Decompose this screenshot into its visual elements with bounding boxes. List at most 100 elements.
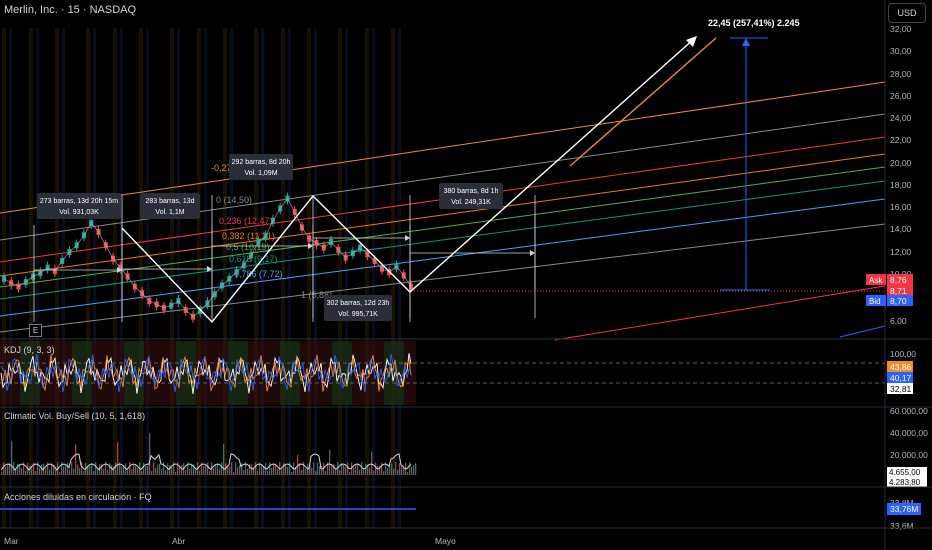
volume-bar: [325, 470, 327, 475]
volume-bar: [413, 465, 415, 475]
volume-bar: [369, 467, 371, 475]
volume-bar: [73, 468, 75, 475]
volume-bar: [185, 469, 187, 475]
session-band: [338, 28, 342, 528]
volume-bar: [93, 470, 95, 475]
volume-bar: [117, 442, 119, 475]
kdj-pane: 100,00 43,8640,1732,81: [0, 341, 916, 405]
volume-bar: [393, 468, 395, 475]
volume-bar: [69, 469, 71, 475]
volume-bar: [359, 469, 361, 475]
session-band: [372, 28, 375, 528]
volume-bar: [59, 471, 61, 475]
volume-bar: [319, 465, 321, 475]
volume-bar: [303, 462, 305, 475]
volume-bar: [165, 469, 167, 475]
volume-bar: [205, 465, 207, 475]
volume-bar: [347, 462, 349, 475]
kdj-title[interactable]: KDJ (9, 3, 3): [4, 345, 55, 355]
volume-bar: [207, 462, 209, 475]
volume-bar: [179, 466, 181, 475]
volume-bar: [77, 464, 79, 475]
volume-bar: [371, 451, 373, 475]
volume-bar: [223, 443, 225, 475]
volume-bar: [47, 462, 49, 475]
volume-bar: [329, 449, 331, 475]
session-band: [113, 28, 117, 528]
volume-bar: [415, 463, 417, 475]
volume-bar: [363, 468, 365, 475]
volume-bar: [301, 469, 303, 475]
volume-bar: [383, 470, 385, 475]
volume-bar: [287, 466, 289, 475]
price-tick: 6,00: [890, 316, 907, 326]
price-tick: 30,00: [890, 46, 912, 56]
volume-bar: [7, 465, 9, 475]
volume-bar: [65, 465, 67, 475]
price-tag-label: Bid: [869, 297, 881, 306]
earnings-badge[interactable]: E: [29, 324, 42, 337]
volume-bar: [71, 462, 73, 475]
session-band: [197, 28, 201, 528]
currency-button[interactable]: USD: [888, 3, 926, 23]
volume-bar: [1, 472, 3, 475]
kdj-oversold-band: [176, 341, 196, 405]
volume-bar: [401, 465, 403, 475]
fib-level-line: [839, 325, 886, 338]
volume-bar: [75, 444, 77, 475]
fib-level-line: [554, 285, 886, 341]
session-band: [36, 28, 39, 528]
shares-outstanding-title[interactable]: Acciones diluidas en circulación · FQ: [4, 492, 152, 502]
climatic-volume-title[interactable]: Climatic Vol. Buy/Sell (10, 5, 1,618): [4, 411, 145, 421]
volume-bar: [377, 465, 379, 475]
price-tick: 14,00: [890, 224, 912, 234]
volume-bar: [411, 466, 413, 475]
volume-bar: [39, 467, 41, 475]
annotation-line2: Vol. 249,31K: [451, 199, 491, 206]
fib-level-line: [0, 113, 886, 241]
volume-bar: [221, 462, 223, 475]
volume-bar: [41, 464, 43, 475]
price-tick: 32,00: [890, 24, 912, 34]
price-tick: 22,00: [890, 135, 912, 145]
volume-bar: [355, 465, 357, 475]
volume-bar: [171, 466, 173, 475]
volume-bar: [229, 466, 231, 475]
kdj-oversold-band: [384, 341, 404, 405]
time-tick: Mar: [4, 536, 19, 546]
volume-bar: [203, 465, 205, 475]
symbol-title[interactable]: Merlin, Inc. · 15 · NASDAQ: [4, 4, 136, 16]
kdj-tag-value: 40,17: [890, 373, 912, 383]
zigzag-projection: [121, 37, 696, 324]
volume-bar: [361, 462, 363, 475]
volume-bar: [381, 462, 383, 475]
volume-bar: [35, 470, 37, 475]
fib-level-label: 0,786 (7,72): [234, 269, 283, 279]
volume-tag-value: 4.283,80: [889, 478, 921, 487]
volume-bar: [267, 470, 269, 475]
annotation-line1: 273 barras, 13d 20h 15m: [40, 198, 118, 205]
annotation-line2: Vol. 995,71K: [338, 311, 378, 318]
fib-level-label: 0 (14,50): [216, 195, 252, 205]
volume-bar: [137, 467, 139, 475]
volume-bar: [365, 463, 367, 475]
session-band: [177, 28, 180, 528]
session-band: [307, 28, 311, 528]
volume-bar: [83, 470, 85, 475]
session-band: [146, 28, 149, 528]
volume-bar: [107, 469, 109, 475]
volume-bar: [335, 468, 337, 475]
volume-bar: [261, 465, 263, 475]
volume-bar: [19, 464, 21, 475]
volume-bar: [255, 462, 257, 475]
price-tick: 16,00: [890, 202, 912, 212]
volume-bar: [305, 468, 307, 475]
session-band: [120, 28, 123, 528]
session-band: [55, 28, 59, 528]
volume-bar: [409, 462, 411, 475]
chart-canvas[interactable]: -0,272 (16,84)0 (14,50)0,236 (12,47)0,38…: [0, 0, 932, 550]
volume-bar: [395, 462, 397, 475]
volume-bar: [153, 462, 155, 475]
volume-bar: [67, 463, 69, 475]
price-tick: 28,00: [890, 69, 912, 79]
